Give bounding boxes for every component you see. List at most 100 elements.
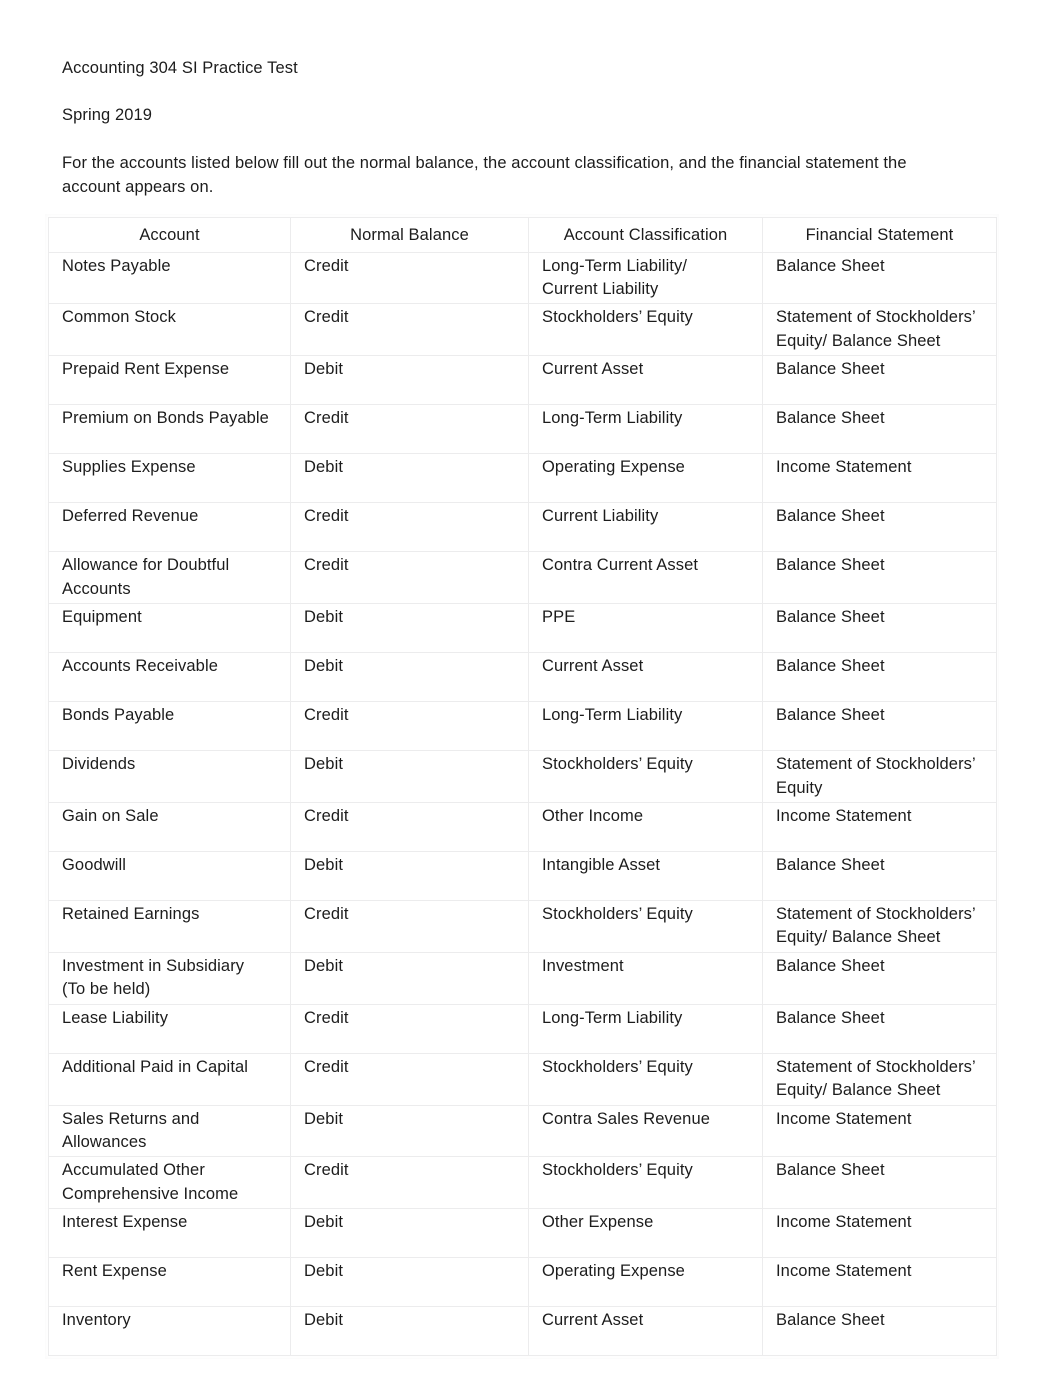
cell-financial-statement: Income Statement: [762, 1257, 997, 1308]
cell-account: Equipment: [48, 603, 291, 654]
table-row: Equipment Debit PPE Balance Sheet: [48, 603, 997, 654]
cell-financial-statement: Balance Sheet: [762, 1156, 997, 1210]
page-title: Accounting 304 SI Practice Test: [62, 59, 298, 77]
cell-financial-statement: Balance Sheet: [762, 355, 997, 406]
table-row: Inventory Debit Current Asset Balance Sheet: [48, 1306, 997, 1357]
table-row: Lease Liability Credit Long-Term Liability…: [48, 1003, 997, 1054]
cell-line: (To be held): [62, 980, 151, 999]
cell-normal-balance: Debit: [290, 355, 529, 406]
cell-financial-statement: Statement of Stockholders’ Equity/ Balanc…: [762, 303, 997, 357]
cell-financial-statement: Statement of Stockholders’ Equity/ Balanc…: [762, 1052, 997, 1106]
cell-account: Dividends: [48, 750, 291, 803]
cell-normal-balance: Debit: [290, 750, 529, 803]
document-page: Accounting 304 SI Practice Test Spring 2…: [0, 0, 1062, 1377]
cell-financial-statement: Statement of Stockholders’ Equity/ Balanc…: [762, 900, 997, 953]
cell-line: Statement of Stockholders’: [776, 308, 976, 327]
cell-financial-statement: Balance Sheet: [762, 551, 997, 605]
table-row: Premium on Bonds Payable Credit Long-Term …: [48, 404, 997, 455]
cell-account-classification: Intangible Asset: [528, 851, 763, 901]
cell-account: Accounts Receivable: [48, 652, 291, 703]
cell-line: Investment in Subsidiary: [62, 956, 245, 975]
column-header-normal-balance: Normal Balance: [290, 216, 529, 253]
cell-normal-balance: Credit: [290, 1156, 529, 1210]
cell-normal-balance: Credit: [290, 251, 529, 305]
cell-account-classification: Stockholders’ Equity: [528, 750, 763, 803]
cell-financial-statement: Balance Sheet: [762, 603, 997, 654]
cell-normal-balance: Credit: [290, 701, 529, 752]
cell-financial-statement: Income Statement: [762, 802, 997, 852]
table-body: Notes Payable Credit Long-Term Liability/C…: [48, 251, 997, 1357]
cell-normal-balance: Debit: [290, 1257, 529, 1308]
cell-normal-balance: Credit: [290, 802, 529, 852]
table-row: Sales Returns and Allowances Debit Contra S…: [48, 1104, 997, 1158]
table-row: Dividends Debit Stockholders’ Equity Statem…: [48, 750, 997, 803]
cell-normal-balance: Credit: [290, 900, 529, 953]
cell-account: Common Stock: [48, 303, 291, 357]
cell-line: Statement of Stockholders’: [776, 905, 976, 923]
cell-financial-statement: Balance Sheet: [762, 502, 997, 553]
column-header-account-classification: Account Classification: [528, 216, 763, 253]
account-table-wrapper: Account Normal Balance Account Classific…: [48, 216, 997, 1357]
cell-account-classification: Contra Sales Revenue: [528, 1104, 763, 1158]
cell-financial-statement: Income Statement: [762, 1208, 997, 1259]
cell-account: Rent Expense: [48, 1257, 291, 1308]
cell-account-classification: Investment: [528, 951, 763, 1005]
cell-account-classification: Other Income: [528, 802, 763, 852]
cell-financial-statement: Balance Sheet: [762, 701, 997, 752]
table-row: Gain on Sale Credit Other Income Income Sta…: [48, 802, 997, 852]
cell-line: Accumulated Other: [62, 1161, 205, 1180]
cell-account-classification: Current Asset: [528, 355, 763, 406]
cell-account: Goodwill: [48, 851, 291, 901]
cell-financial-statement: Income Statement: [762, 453, 997, 504]
cell-account-classification: Current Liability: [528, 502, 763, 553]
cell-line: Long-Term Liability/: [542, 256, 688, 275]
cell-normal-balance: Credit: [290, 502, 529, 553]
cell-normal-balance: Debit: [290, 1208, 529, 1259]
cell-financial-statement: Balance Sheet: [762, 1306, 997, 1357]
cell-line: Allowance for Doubtful: [62, 556, 230, 575]
cell-account: Deferred Revenue: [48, 502, 291, 553]
cell-line: Current Liability: [542, 280, 659, 299]
document-term: Spring 2019: [62, 106, 153, 125]
cell-line: Allowances: [62, 1132, 147, 1151]
table-row: Common Stock Credit Stockholders’ Equity St…: [48, 303, 997, 357]
cell-account: Lease Liability: [48, 1003, 291, 1054]
cell-account-classification: Stockholders’ Equity: [528, 1156, 763, 1210]
cell-account: Bonds Payable: [48, 701, 291, 752]
cell-financial-statement: Balance Sheet: [762, 251, 997, 305]
cell-normal-balance: Debit: [290, 851, 529, 901]
cell-account: Notes Payable: [48, 251, 291, 305]
cell-line: Comprehensive Income: [62, 1184, 239, 1203]
column-header-account: Account: [48, 216, 291, 253]
table-row: Notes Payable Credit Long-Term Liability/C…: [48, 251, 997, 305]
cell-normal-balance: Credit: [290, 551, 529, 605]
cell-financial-statement: Balance Sheet: [762, 851, 997, 901]
cell-normal-balance: Debit: [290, 951, 529, 1005]
cell-account-classification: Long-Term Liability/Current Liability: [528, 251, 763, 305]
cell-account-classification: Contra Current Asset: [528, 551, 763, 605]
table-row: Bonds Payable Credit Long-Term Liability Ba…: [48, 701, 997, 752]
table-row: Prepaid Rent Expense Debit Current Asset Ba…: [48, 355, 997, 406]
cell-line: Statement of Stockholders’: [776, 1057, 976, 1076]
cell-normal-balance: Credit: [290, 1003, 529, 1054]
column-header-financial-statement: Financial Statement: [762, 216, 997, 253]
table-row: Interest Expense Debit Other Expense Income…: [48, 1208, 997, 1259]
cell-account-classification: Long-Term Liability: [528, 404, 763, 455]
cell-line: Statement of Stockholders’: [776, 755, 976, 774]
table-row: Investment in Subsidiary (To be held) Debi…: [48, 951, 997, 1005]
cell-account: Accumulated Other Comprehensive Income: [48, 1156, 291, 1210]
cell-normal-balance: Debit: [290, 652, 529, 703]
cell-account-classification: Long-Term Liability: [528, 701, 763, 752]
account-classification-table: Account Normal Balance Account Classific…: [48, 216, 997, 1357]
document-instructions: For the accounts listed below fill out t…: [62, 153, 907, 197]
table-row: Deferred Revenue Credit Current Liability B…: [48, 502, 997, 553]
cell-account: Gain on Sale: [48, 802, 291, 852]
cell-line: Equity: [776, 778, 823, 797]
cell-line: Equity/ Balance Sheet: [776, 1081, 941, 1100]
table-header: Account Normal Balance Account Classific…: [48, 216, 997, 253]
cell-account: Retained Earnings: [48, 900, 291, 953]
cell-account-classification: Stockholders’ Equity: [528, 1052, 763, 1106]
table-row: Goodwill Debit Intangible Asset Balance She…: [48, 851, 997, 901]
cell-normal-balance: Debit: [290, 1306, 529, 1357]
cell-account-classification: Operating Expense: [528, 453, 763, 504]
